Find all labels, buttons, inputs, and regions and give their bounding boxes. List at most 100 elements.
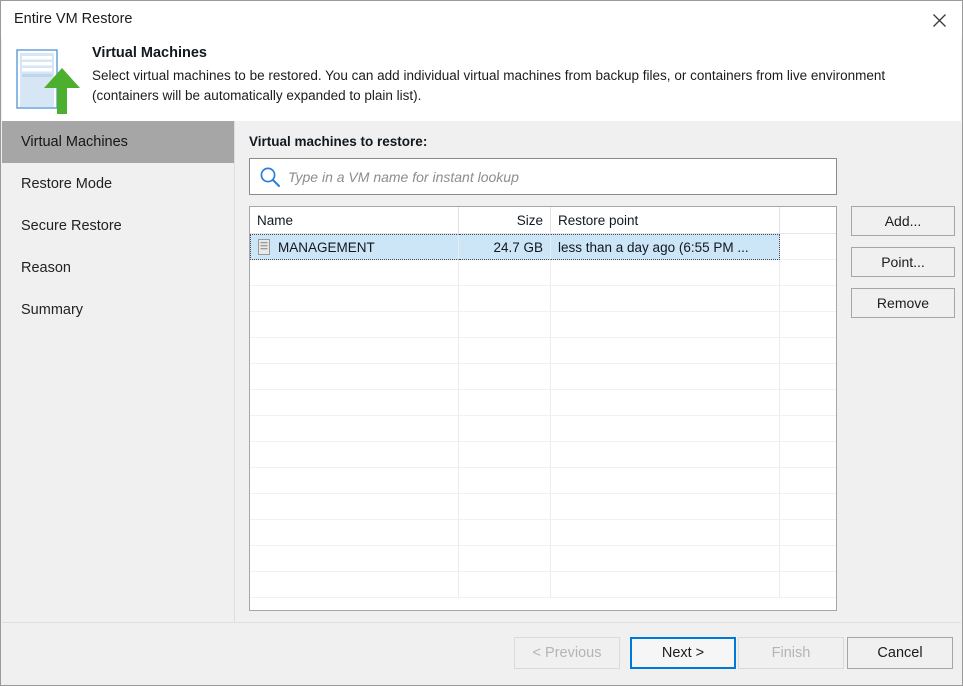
cell-empty <box>459 442 551 468</box>
cell-empty <box>250 364 459 390</box>
search-input[interactable] <box>282 168 836 185</box>
column-header-size[interactable]: Size <box>459 207 551 233</box>
remove-button[interactable]: Remove <box>851 288 955 318</box>
sidebar-item-secure-restore[interactable]: Secure Restore <box>2 205 234 247</box>
cell-empty <box>250 546 459 572</box>
vm-list-actions: Add... Point... Remove <box>851 206 955 329</box>
sidebar-item-label: Reason <box>21 260 71 276</box>
sidebar-item-label: Summary <box>21 302 84 318</box>
cell-empty <box>459 494 551 520</box>
main-content: Virtual machines to restore: Name Size R… <box>235 121 961 622</box>
cell-empty <box>459 286 551 312</box>
cell-empty <box>780 416 836 442</box>
finish-button[interactable]: Finish <box>738 637 844 669</box>
cell-empty <box>459 546 551 572</box>
sidebar-item-label: Virtual Machines <box>21 134 128 150</box>
cell-empty <box>250 390 459 416</box>
table-row[interactable]: MANAGEMENT 24.7 GB less than a day ago (… <box>250 234 836 260</box>
cell-empty <box>780 390 836 416</box>
cell-size: 24.7 GB <box>459 234 551 260</box>
cell-empty <box>780 312 836 338</box>
cell-empty <box>250 468 459 494</box>
cell-empty <box>459 520 551 546</box>
table-row-empty[interactable] <box>250 494 836 520</box>
previous-button[interactable]: < Previous <box>514 637 620 669</box>
cell-empty <box>780 546 836 572</box>
cell-empty <box>551 286 780 312</box>
column-header-restore-point[interactable]: Restore point <box>551 207 780 233</box>
header-banner: Virtual Machines Select virtual machines… <box>2 39 961 121</box>
sidebar-item-restore-mode[interactable]: Restore Mode <box>2 163 234 205</box>
cell-empty <box>551 364 780 390</box>
cell-empty <box>459 416 551 442</box>
sidebar-item-summary[interactable]: Summary <box>2 289 234 331</box>
cell-empty <box>250 494 459 520</box>
cell-empty <box>551 338 780 364</box>
empty-rows-container <box>250 260 836 598</box>
dialog-footer: < Previous Next > Finish Cancel <box>2 622 961 684</box>
cell-empty <box>780 442 836 468</box>
cell-empty <box>459 364 551 390</box>
cell-empty <box>551 442 780 468</box>
cell-name: MANAGEMENT <box>250 234 459 260</box>
sidebar-item-label: Restore Mode <box>21 176 113 192</box>
cell-empty <box>459 390 551 416</box>
table-row-empty[interactable] <box>250 364 836 390</box>
vm-name-text: MANAGEMENT <box>278 239 375 255</box>
table-row-empty[interactable] <box>250 416 836 442</box>
cell-empty <box>780 286 836 312</box>
table-row-empty[interactable] <box>250 286 836 312</box>
add-button[interactable]: Add... <box>851 206 955 236</box>
table-row-empty[interactable] <box>250 338 836 364</box>
cell-empty <box>780 260 836 286</box>
cell-empty <box>551 312 780 338</box>
cell-empty <box>780 468 836 494</box>
cancel-button[interactable]: Cancel <box>847 637 953 669</box>
table-row-empty[interactable] <box>250 520 836 546</box>
vm-table: Name Size Restore point MANAGEMENT 24.7 … <box>249 206 837 611</box>
table-row-empty[interactable] <box>250 390 836 416</box>
column-header-name[interactable]: Name <box>250 207 459 233</box>
table-row-empty[interactable] <box>250 260 836 286</box>
wizard-steps-sidebar: Virtual Machines Restore Mode Secure Res… <box>2 121 235 622</box>
page-title: Virtual Machines <box>92 45 207 61</box>
search-box[interactable] <box>249 158 837 195</box>
sidebar-item-label: Secure Restore <box>21 218 122 234</box>
cell-empty <box>551 546 780 572</box>
table-header-row: Name Size Restore point <box>250 207 836 234</box>
cell-empty <box>250 442 459 468</box>
table-row-empty[interactable] <box>250 468 836 494</box>
sidebar-item-virtual-machines[interactable]: Virtual Machines <box>2 121 234 163</box>
cell-empty <box>459 572 551 598</box>
cell-empty <box>551 468 780 494</box>
cell-empty <box>551 520 780 546</box>
vm-restore-upload-icon <box>11 48 83 114</box>
cell-empty <box>250 338 459 364</box>
cell-empty <box>459 338 551 364</box>
cell-empty <box>780 338 836 364</box>
table-row-empty[interactable] <box>250 546 836 572</box>
search-icon <box>258 165 282 189</box>
cell-empty <box>250 260 459 286</box>
cell-filler <box>780 234 836 260</box>
table-row-empty[interactable] <box>250 442 836 468</box>
cell-empty <box>250 416 459 442</box>
cell-empty <box>250 520 459 546</box>
cell-empty <box>459 312 551 338</box>
title-bar: Entire VM Restore <box>1 1 962 39</box>
cell-empty <box>551 572 780 598</box>
column-header-filler[interactable] <box>780 207 836 233</box>
table-row-empty[interactable] <box>250 312 836 338</box>
point-button[interactable]: Point... <box>851 247 955 277</box>
sidebar-item-reason[interactable]: Reason <box>2 247 234 289</box>
cell-empty <box>780 572 836 598</box>
close-icon[interactable] <box>916 1 962 39</box>
cell-empty <box>780 520 836 546</box>
table-row-empty[interactable] <box>250 572 836 598</box>
cell-restore-point: less than a day ago (6:55 PM ... <box>551 234 780 260</box>
cell-empty <box>250 572 459 598</box>
cell-empty <box>250 312 459 338</box>
next-button[interactable]: Next > <box>630 637 736 669</box>
close-glyph <box>932 13 946 27</box>
cell-empty <box>250 286 459 312</box>
